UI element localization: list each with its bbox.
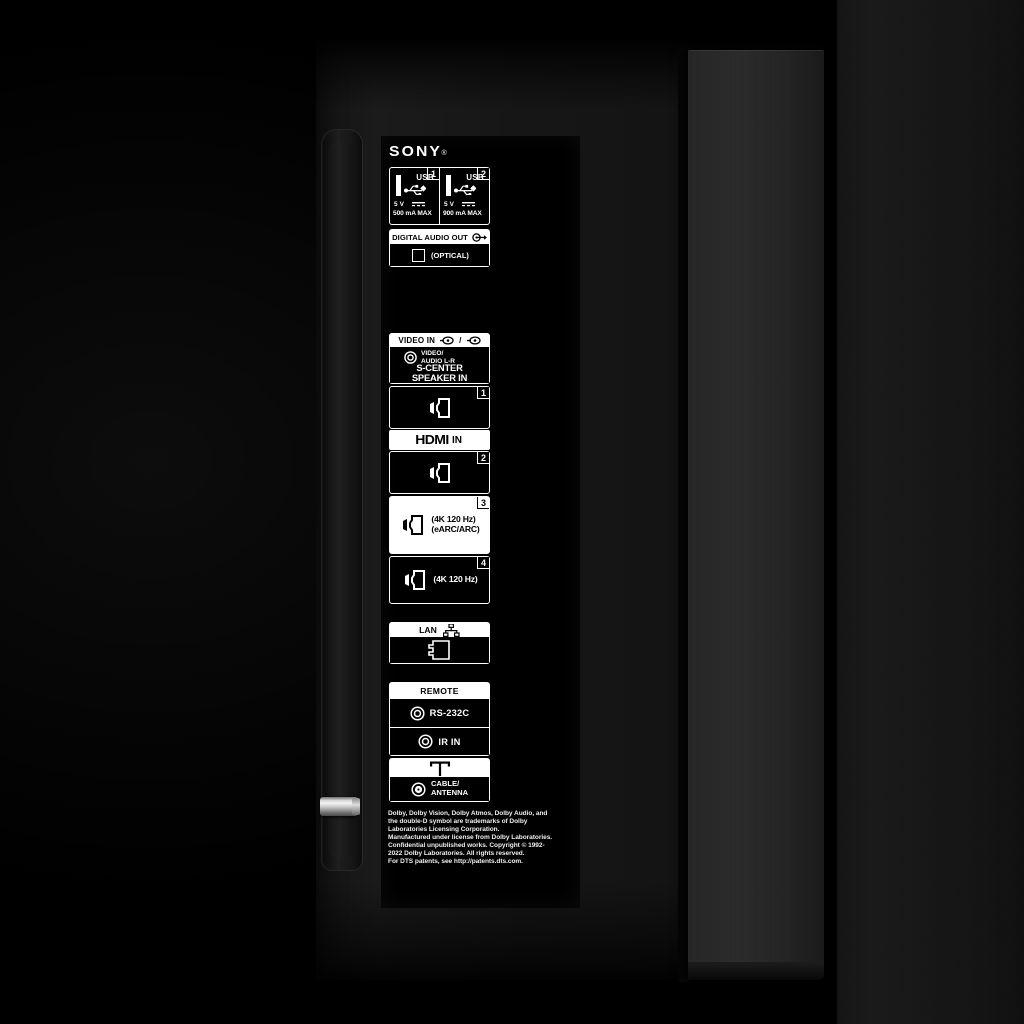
s-center-line2: SPEAKER IN (411, 372, 468, 384)
lan-header: LAN (390, 623, 489, 637)
cover-panel-bevel (688, 962, 824, 980)
connector-label-plate: SONY ® 1 USB 5 V 500 mA MAX 2 USB 5 V 90… (381, 136, 580, 908)
lan-jack-row[interactable] (390, 637, 489, 663)
video-in-body[interactable]: VIDEO/ AUDIO L-R S-CENTER SPEAKER IN (390, 347, 489, 383)
cable-antenna-block: CABLE/ ANTENNA (389, 758, 490, 802)
usb-1-current: 500 mA MAX (393, 210, 432, 217)
minijack-icon (410, 705, 425, 721)
video-in-label: VIDEO IN (398, 336, 436, 345)
usb-1-label: USB (416, 173, 434, 182)
remote-label: REMOTE (420, 686, 459, 696)
usb-1-voltage: 5 V (394, 201, 405, 208)
usb-2-slot-icon (446, 175, 451, 196)
usb-port-group: 1 USB 5 V 500 mA MAX 2 USB 5 V 900 mA MA… (389, 167, 490, 225)
hdmi-3-spec-line2: (eARC/ARC) (431, 524, 480, 534)
rj45-jack-icon (427, 640, 453, 660)
optical-square-jack-icon (412, 248, 425, 262)
chassis-side-panel (832, 0, 1024, 1024)
antenna-header (390, 759, 489, 777)
usb-2-voltage: 5 V (444, 201, 455, 208)
s-center-speaker-in-label: S-CENTER SPEAKER IN (390, 362, 489, 384)
lan-block: LAN (389, 622, 490, 664)
composite-jack-icon (466, 336, 481, 345)
legal-line-5: Confidential unpublished works. Copyrigh… (388, 842, 545, 849)
antenna-line2: ANTENNA (430, 788, 469, 797)
cable-channel-inner (328, 142, 354, 858)
sony-logo: SONY ® (389, 144, 447, 159)
tv-rear-photo: SONY ® 1 USB 5 V 500 mA MAX 2 USB 5 V 90… (0, 0, 1024, 1024)
hdmi-port-icon (426, 395, 454, 421)
dc-power-icon (462, 202, 475, 208)
registered-trademark-symbol: ® (441, 150, 447, 157)
hdmi-4-inner: (4K 120 Hz) (390, 557, 489, 603)
coaxial-jack-icon (411, 781, 426, 797)
remote-block: REMOTE RS-232C IR IN (389, 682, 490, 756)
cable-antenna-label: CABLE/ ANTENNA (431, 780, 468, 797)
optical-output-icon (472, 232, 487, 242)
legal-line-3: Laboratories Licensing Corporation. (388, 826, 500, 833)
legal-line-6: 2022 Dolby Laboratories. All rights rese… (388, 850, 525, 857)
usb-port-2[interactable]: 2 USB 5 V 900 mA MAX (439, 168, 489, 224)
hdmi-port-2[interactable]: 2 (389, 451, 490, 494)
hdmi-3-spec: (4K 120 Hz) (eARC/ARC) (431, 514, 480, 535)
optical-jack-row[interactable]: (OPTICAL) (390, 244, 489, 266)
legal-notice-text: Dolby, Dolby Vision, Dolby Atmos, Dolby … (388, 810, 574, 866)
network-icon (442, 623, 460, 637)
composite-jack-icon (440, 336, 454, 345)
usb-icon (404, 184, 426, 195)
hdmi-logo: HDMI (415, 433, 449, 447)
standoff-cap (352, 798, 360, 815)
hdmi-in-wordmark-bar: HDMI IN (389, 430, 490, 450)
hdmi-port-3[interactable]: 3 (4K 120 Hz) (eARC/ARC) (389, 496, 490, 554)
usb-2-label: USB (466, 173, 484, 182)
video-in-separator: / (459, 336, 462, 345)
digital-audio-out-label: DIGITAL AUDIO OUT (392, 232, 468, 242)
dc-power-icon (412, 202, 425, 208)
hdmi-port-icon (399, 512, 427, 538)
ir-in-label: IR IN (438, 736, 461, 747)
removable-cover-panel[interactable] (688, 50, 824, 978)
digital-audio-out-header: DIGITAL AUDIO OUT (390, 230, 489, 244)
usb-2-current: 900 mA MAX (443, 210, 482, 217)
sony-wordmark: SONY (389, 143, 443, 160)
legal-line-1: Dolby, Dolby Vision, Dolby Atmos, Dolby … (388, 810, 548, 817)
hdmi-port-icon (401, 567, 429, 593)
hdmi-port-1[interactable]: 1 (389, 386, 490, 429)
hdmi-in-label: IN (451, 434, 462, 446)
antenna-icon (429, 761, 451, 776)
usb-port-1[interactable]: 1 USB 5 V 500 mA MAX (390, 168, 439, 224)
coax-jack-row[interactable]: CABLE/ ANTENNA (390, 777, 489, 801)
legal-line-7: For DTS patents, see http://patents.dts.… (388, 858, 523, 865)
hdmi-2-inner (390, 452, 489, 493)
hdmi-port-4[interactable]: 4 (4K 120 Hz) (389, 556, 490, 604)
hdmi-3-inner: (4K 120 Hz) (eARC/ARC) (390, 497, 489, 553)
optical-label: (OPTICAL) (431, 250, 469, 260)
rs232c-label: RS-232C (429, 708, 470, 718)
video-in-header: VIDEO IN / (390, 334, 489, 347)
digital-audio-out-block: DIGITAL AUDIO OUT (OPTICAL) (389, 229, 490, 267)
lan-label: LAN (419, 625, 437, 635)
usb-icon (454, 184, 476, 195)
rs232c-row[interactable]: RS-232C (390, 699, 489, 727)
hdmi-port-icon (426, 460, 454, 486)
usb-1-slot-icon (396, 175, 401, 196)
legal-line-4: Manufactured under license from Dolby La… (388, 834, 553, 841)
remote-header: REMOTE (390, 683, 489, 699)
ir-in-row[interactable]: IR IN (390, 727, 489, 755)
minijack-icon (418, 734, 433, 749)
hdmi-4-spec: (4K 120 Hz) (433, 574, 478, 585)
video-in-block: VIDEO IN / VIDEO/ AUDIO L-R S-CENTER SPE… (389, 333, 490, 384)
legal-line-2: the double-D symbol are trademarks of Do… (388, 818, 528, 825)
video-sub-line1: VIDEO/ (421, 350, 444, 357)
hdmi-1-inner (390, 387, 489, 428)
